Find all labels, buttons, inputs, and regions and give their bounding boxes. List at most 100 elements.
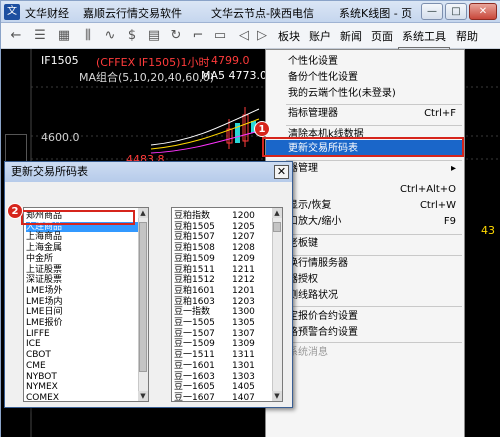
scroll-down-icon[interactable]: ▼ <box>272 391 282 401</box>
contract-code: 1212 <box>232 275 255 286</box>
right-value: 43 <box>481 224 495 237</box>
contract-code: 1211 <box>232 264 255 275</box>
exchange-list-item[interactable]: COMEX <box>26 393 138 401</box>
contract-list-item[interactable]: 豆一1507 1307 <box>174 329 272 339</box>
scroll-thumb[interactable] <box>139 222 147 372</box>
maximize-button[interactable]: □ <box>445 3 467 20</box>
menu-item-system-messages[interactable]: 系统消息 <box>266 344 464 361</box>
step-badge-2: 2 <box>7 203 23 219</box>
scroll-down-icon[interactable]: ▼ <box>138 391 148 401</box>
menu-item-line-status[interactable]: 测线路状况 <box>266 287 464 304</box>
node-title: 文华云节点-陕西电信 <box>211 7 314 20</box>
contract-list-item[interactable]: 豆粕1505 1205 <box>174 222 272 232</box>
contract-name: 豆一1511 <box>174 350 215 361</box>
back-arrow-icon[interactable]: ← <box>7 27 25 45</box>
contract-list-item[interactable]: 豆粕1509 1209 <box>174 254 272 264</box>
exchange-list-item[interactable]: LME报价 <box>26 318 138 328</box>
prev-icon[interactable]: ◁ <box>235 27 253 45</box>
candlestick-icon[interactable]: ⫼ <box>79 27 97 45</box>
contract-name: 豆一1507 <box>174 328 215 339</box>
contract-list-item[interactable]: 豆一1505 1305 <box>174 318 272 328</box>
title-bar: 文 文华财经 嘉顺云行情交易软件 文华云节点-陕西电信 系统K线图 - 页 — … <box>1 1 500 23</box>
contract-code: 1207 <box>232 232 255 243</box>
chart-line-icon[interactable]: ∿ <box>101 27 119 45</box>
menu-item-cloud[interactable]: 我的云端个性化(未登录) <box>266 85 464 102</box>
exchange-list-item[interactable]: LME日间 <box>26 307 138 317</box>
exchange-list-item[interactable]: LIFFE <box>26 329 138 339</box>
product-title: 嘉顺云行情交易软件 <box>83 7 182 20</box>
list-icon[interactable]: ☰ <box>31 27 49 45</box>
bracket-icon[interactable]: ⌐ <box>189 27 207 45</box>
close-button[interactable]: ✕ <box>469 3 497 20</box>
menu-item-backup[interactable]: 备份个性化设置 <box>266 69 464 86</box>
price-top: 4799.0 <box>211 54 250 67</box>
menu-item-ctrl-alt-o[interactable]: Ctrl+Alt+O <box>266 181 464 198</box>
exchange-list-item[interactable]: CBOT <box>26 350 138 360</box>
menu-item-manager[interactable]: 器管理 ▸ <box>266 160 464 177</box>
contract-list-item[interactable]: 豆一1511 1311 <box>174 350 272 360</box>
menu-help[interactable]: 帮助 <box>456 28 478 44</box>
exchange-list[interactable]: 郑州商品 大连商品 上海商品 上海金属 中金所 上证股票 深证股票 LME场外 LME场内 LME… <box>23 207 149 402</box>
contract-list-item[interactable]: 豆一1601 1301 <box>174 361 272 371</box>
menu-account[interactable]: 账户 <box>309 28 331 44</box>
contract-list-item[interactable]: 豆一1603 1303 <box>174 372 272 382</box>
menu-system-tools[interactable]: 系统工具 <box>402 28 446 44</box>
menu-item-boss-key[interactable]: 老板键 <box>266 235 464 252</box>
contract-list-item[interactable]: 豆一1509 1309 <box>174 339 272 349</box>
contract-list-item[interactable]: 豆粕1603 1203 <box>174 297 272 307</box>
exchange-list-scrollbar[interactable]: ▲ ▼ <box>138 208 148 401</box>
menu-item-quote-contracts[interactable]: 定报价合约设置 <box>266 308 464 325</box>
contract-list-item[interactable]: 豆粕1601 1201 <box>174 286 272 296</box>
exchange-list-item[interactable]: LME场外 <box>26 286 138 296</box>
contract-name: 豆粕指数 <box>174 211 211 221</box>
money-icon[interactable]: $ <box>123 27 141 45</box>
contract-list-item[interactable]: 豆粕指数 1200 <box>174 211 272 221</box>
contract-list[interactable]: 豆粕指数 1200 豆粕1505 1205 豆粕1507 1207 豆粕1508 1208 豆粕… <box>171 207 283 402</box>
contract-list-item[interactable]: 豆一指数 1300 <box>174 307 272 317</box>
dialog-close-button[interactable]: ✕ <box>274 165 289 179</box>
menu-item-indicator-manager[interactable]: 指标管理器 Ctrl+F <box>266 105 464 122</box>
exchange-list-item[interactable]: 上证股票 <box>26 265 138 275</box>
contract-name: 豆粕1509 <box>174 253 215 264</box>
exchange-list-item[interactable]: NYMEX <box>26 382 138 392</box>
exchange-list-item[interactable]: NYBOT <box>26 372 138 382</box>
document-icon[interactable]: ▤ <box>145 27 163 45</box>
exchange-list-item[interactable]: CME <box>26 361 138 371</box>
contract-code: 1307 <box>232 328 255 339</box>
ma-combo-label: MA组合(5,10,20,40,60,0) <box>79 71 215 84</box>
contract-list-scrollbar[interactable]: ▲ ▼ <box>272 208 282 401</box>
scroll-up-icon[interactable]: ▲ <box>138 208 148 218</box>
scroll-up-icon[interactable]: ▲ <box>272 208 282 218</box>
contract-code: 1309 <box>232 339 255 350</box>
contract-name: 豆粕1507 <box>174 232 215 243</box>
contract-list-item[interactable]: 豆粕1511 1211 <box>174 265 272 275</box>
exchange-list-item[interactable]: LME场内 <box>26 297 138 307</box>
menu-page[interactable]: 页面 <box>371 28 393 44</box>
contract-list-item[interactable]: 豆粕1512 1212 <box>174 275 272 285</box>
menu-item-show-restore[interactable]: 显示/恢复 Ctrl+W <box>266 197 464 214</box>
grid-icon[interactable]: ▦ <box>55 27 73 45</box>
menu-item-switch-server[interactable]: 换行情服务器 <box>266 255 464 272</box>
contract-list-item[interactable]: 豆粕1507 1207 <box>174 232 272 242</box>
refresh-icon[interactable]: ↻ <box>167 27 185 45</box>
exchange-list-item[interactable]: 深证股票 <box>26 275 138 285</box>
next-icon[interactable]: ▷ <box>253 27 271 45</box>
contract-name: 豆粕1512 <box>174 275 215 286</box>
contract-list-item[interactable]: 豆一1607 1407 <box>174 393 272 401</box>
menu-item-alert-contracts[interactable]: 格预警合约设置 <box>266 324 464 341</box>
contract-list-item[interactable]: 豆粕1508 1208 <box>174 243 272 253</box>
menu-item-zoom[interactable]: 口放大/缩小 F9 <box>266 213 464 230</box>
period-icon[interactable]: ▭ <box>211 27 229 45</box>
minimize-button[interactable]: — <box>421 3 443 20</box>
exchange-list-item[interactable]: ICE <box>26 339 138 349</box>
menu-item-authorize[interactable]: 器授权 <box>266 271 464 288</box>
scroll-thumb[interactable] <box>273 222 281 232</box>
exchange-list-item[interactable]: 中金所 <box>26 254 138 264</box>
exchange-list-item[interactable]: 上海商品 <box>26 232 138 242</box>
menu-sectors[interactable]: 板块 <box>278 28 300 44</box>
menu-news[interactable]: 新闻 <box>340 28 362 44</box>
menu-item-personalize[interactable]: 个性化设置 <box>266 53 464 70</box>
contract-list-item[interactable]: 豆一1605 1405 <box>174 382 272 392</box>
contract-code: 1301 <box>232 360 255 371</box>
exchange-list-item[interactable]: 上海金属 <box>26 243 138 253</box>
